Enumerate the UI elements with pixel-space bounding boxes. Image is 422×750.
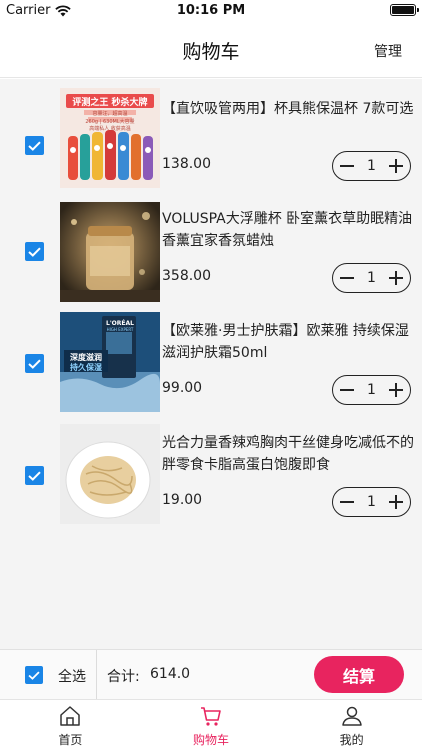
status-right (390, 4, 419, 16)
battery-icon (390, 4, 419, 16)
image-banner-text: 持久保湿 (70, 363, 102, 372)
checkmark-icon (28, 670, 40, 680)
status-time: 10:16 PM (176, 3, 246, 18)
cart-item: 光合力量香辣鸡胸肉干丝健身吃减低不的胖零食卡脂高蛋白饱腹即食 19.00 1 (0, 421, 422, 533)
cart-icon (201, 707, 221, 726)
candle-image (60, 202, 160, 302)
tab-home[interactable]: 首页 (0, 700, 141, 750)
increment-button[interactable] (387, 157, 405, 175)
decrement-button[interactable] (338, 269, 356, 287)
checkmark-icon (28, 140, 41, 151)
tab-label: 首页 (58, 733, 83, 747)
quantity-value[interactable]: 1 (362, 494, 382, 510)
quantity-stepper: 1 (332, 375, 411, 405)
product-title[interactable]: 【直饮吸管两用】杯具熊保温杯 7款可选 (162, 98, 414, 120)
product-title[interactable]: 【欧莱雅·男士护肤霜】欧莱雅 持续保湿滋润护肤霜50ml (162, 320, 414, 364)
quantity-stepper: 1 (332, 487, 411, 517)
increment-button[interactable] (387, 493, 405, 511)
tab-bar: 首页 购物车 我的 (0, 699, 422, 750)
status-bar: Carrier 10:16 PM (0, 0, 422, 22)
quantity-value[interactable]: 1 (362, 382, 382, 398)
increment-button[interactable] (387, 269, 405, 287)
page-title: 购物车 (182, 41, 240, 63)
cart-item: 评测之王 秒杀大牌 容量汪，超高温 260g | 630ML大容量 高端私人 收… (0, 85, 422, 197)
image-sub-text: 260g | 630ML大容量 (85, 119, 135, 125)
checkmark-icon (28, 246, 41, 257)
summary-bar: 全选 合计: 614.0 结算 (0, 649, 422, 700)
quantity-stepper: 1 (332, 263, 411, 293)
product-image[interactable] (60, 202, 160, 302)
quantity-stepper: 1 (332, 151, 411, 181)
nav-bar: 购物车 管理 (0, 22, 422, 78)
decrement-button[interactable] (338, 381, 356, 399)
product-price: 138.00 (162, 156, 211, 172)
select-all-checkbox[interactable] (25, 666, 43, 684)
select-all-label[interactable]: 全选 (58, 666, 86, 686)
product-image[interactable]: L'ORÉAL HIGH EXPERT 深度滋润 持久保湿 (60, 312, 160, 412)
tab-label: 我的 (339, 733, 364, 747)
image-tag-text: 高端私人 收获高温 (89, 126, 131, 132)
divider (96, 650, 97, 700)
total-label: 合计: (107, 669, 140, 685)
product-title[interactable]: VOLUSPA大浮雕杯 卧室薰衣草助眠精油香薰宜家香氛蜡烛 (162, 208, 414, 252)
image-banner-text: 评测之王 秒杀大牌 (72, 98, 148, 108)
increment-button[interactable] (387, 381, 405, 399)
decrement-button[interactable] (338, 157, 356, 175)
checkmark-icon (28, 358, 41, 369)
product-image[interactable]: 评测之王 秒杀大牌 容量汪，超高温 260g | 630ML大容量 高端私人 收… (60, 88, 160, 188)
manage-button[interactable]: 管理 (374, 41, 402, 61)
tab-cart[interactable]: 购物车 (141, 700, 282, 750)
item-checkbox[interactable] (25, 466, 44, 485)
item-checkbox[interactable] (25, 354, 44, 373)
tab-label: 购物车 (193, 733, 230, 747)
item-checkbox[interactable] (25, 242, 44, 261)
cart-list[interactable]: 评测之王 秒杀大牌 容量汪，超高温 260g | 630ML大容量 高端私人 收… (0, 79, 422, 649)
product-price: 19.00 (162, 492, 203, 508)
profile-icon (341, 706, 362, 726)
product-image[interactable] (60, 424, 160, 524)
product-line-text: HIGH EXPERT (106, 327, 134, 332)
checkout-button[interactable]: 结算 (314, 656, 404, 693)
image-sub-text: 容量汪，超高温 (92, 111, 128, 117)
quantity-value[interactable]: 1 (362, 158, 382, 174)
total-value: 614.0 (150, 666, 191, 682)
product-price: 358.00 (162, 268, 211, 284)
item-checkbox[interactable] (25, 136, 44, 155)
home-icon (60, 706, 81, 726)
jerky-image (60, 424, 160, 524)
cart-item: L'ORÉAL HIGH EXPERT 深度滋润 持久保湿 【欧莱雅·男士护肤霜… (0, 309, 422, 421)
quantity-value[interactable]: 1 (362, 270, 382, 286)
product-title[interactable]: 光合力量香辣鸡胸肉干丝健身吃减低不的胖零食卡脂高蛋白饱腹即食 (162, 432, 414, 476)
brand-logo: L'ORÉAL (106, 320, 134, 327)
cart-item: VOLUSPA大浮雕杯 卧室薰衣草助眠精油香薰宜家香氛蜡烛 358.00 1 (0, 197, 422, 309)
checkmark-icon (28, 470, 41, 481)
product-price: 99.00 (162, 380, 203, 396)
tab-profile[interactable]: 我的 (281, 700, 422, 750)
decrement-button[interactable] (338, 493, 356, 511)
